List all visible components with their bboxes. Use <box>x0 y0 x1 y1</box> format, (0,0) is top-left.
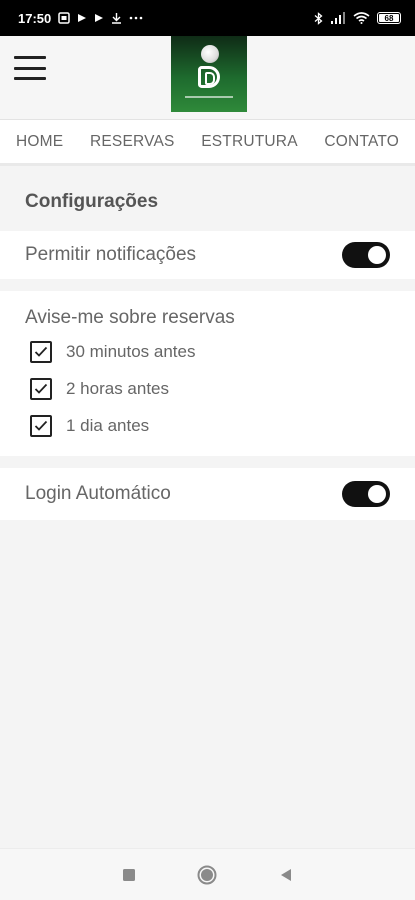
battery-icon: 68 <box>377 12 401 24</box>
club-logo[interactable] <box>171 36 247 112</box>
status-bar: 17:50 68 <box>0 0 415 36</box>
auto-login-row: Login Automático <box>0 468 415 520</box>
reminder-option-1d[interactable]: 1 dia antes <box>0 407 415 444</box>
bluetooth-icon <box>314 11 323 25</box>
notifications-card: Permitir notificações <box>0 231 415 279</box>
sim-card-icon <box>58 12 70 24</box>
android-nav-bar <box>0 848 415 900</box>
auto-login-card: Login Automático <box>0 468 415 520</box>
reminder-label: 2 horas antes <box>66 378 170 398</box>
tab-estrutura[interactable]: ESTRUTURA <box>201 133 298 151</box>
recent-apps-icon[interactable] <box>114 860 144 890</box>
status-time: 17:50 <box>18 10 52 26</box>
notifications-toggle[interactable] <box>342 242 390 268</box>
battery-level: 68 <box>384 13 394 23</box>
nav-tabs: HOME RESERVAS ESTRUTURA CONTATO <box>0 120 415 166</box>
more-dots-icon <box>129 16 143 20</box>
auto-login-toggle[interactable] <box>342 481 390 507</box>
checkbox-checked-icon[interactable] <box>30 414 52 437</box>
page-title: Configurações <box>0 169 415 231</box>
notifications-row: Permitir notificações <box>0 231 415 279</box>
play-icon <box>94 13 104 23</box>
app-screen: 17:50 68 HOME RESERVAS ESTRUTURA CONTATO… <box>0 0 415 900</box>
wifi-icon <box>353 12 370 24</box>
checkbox-checked-icon[interactable] <box>30 377 52 400</box>
tab-reservas[interactable]: RESERVAS <box>90 133 175 151</box>
divider <box>0 456 415 468</box>
reminder-option-30min[interactable]: 30 minutos antes <box>0 333 415 370</box>
back-icon[interactable] <box>271 860 301 890</box>
reminder-option-2h[interactable]: 2 horas antes <box>0 370 415 407</box>
app-header <box>0 36 415 120</box>
status-left: 17:50 <box>18 11 143 26</box>
tab-contato[interactable]: CONTATO <box>324 133 399 151</box>
checkbox-checked-icon[interactable] <box>30 340 52 363</box>
reminders-card: Avise-me sobre reservas 30 minutos antes… <box>0 291 415 456</box>
tab-home[interactable]: HOME <box>16 133 63 151</box>
status-right: 68 <box>314 11 401 25</box>
divider <box>0 279 415 291</box>
settings-content: Configurações Permitir notificações Avis… <box>0 169 415 520</box>
auto-login-label: Login Automático <box>25 483 171 504</box>
download-icon <box>111 12 122 24</box>
reminder-label: 1 dia antes <box>66 415 150 435</box>
hamburger-menu-icon[interactable] <box>14 54 46 82</box>
notifications-label: Permitir notificações <box>25 244 197 265</box>
reminders-title: Avise-me sobre reservas <box>25 307 235 328</box>
home-icon[interactable] <box>192 860 222 890</box>
reminder-label: 30 minutos antes <box>66 341 196 361</box>
signal-icon <box>330 12 346 24</box>
play-store-icon <box>77 13 87 23</box>
